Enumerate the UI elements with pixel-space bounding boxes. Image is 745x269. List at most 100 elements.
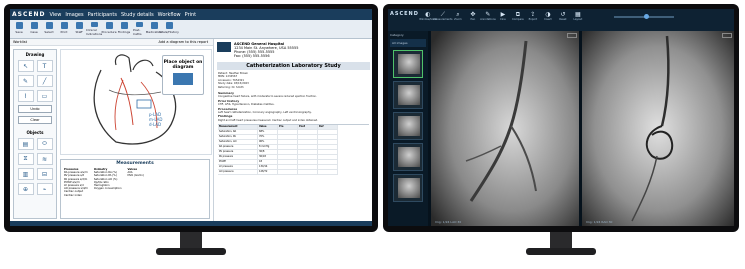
thumbnail[interactable]	[393, 81, 423, 109]
app-logo: ASCEND	[12, 11, 46, 18]
angiogram-image-1	[431, 31, 579, 226]
place-object-title: Place object on diagram	[163, 60, 203, 70]
right-monitor-base	[526, 248, 596, 255]
case-icon	[30, 22, 38, 29]
balloon-icon: ⬭	[41, 140, 48, 147]
object-lesion[interactable]: ⧖	[17, 153, 34, 165]
cine-speed-slider[interactable]	[614, 14, 674, 19]
hospital-logo	[217, 42, 231, 52]
ribbon-save-button[interactable]: Save	[13, 22, 25, 36]
ribbon-staff-button[interactable]: Staff	[73, 22, 85, 36]
meas-row[interactable]: Oxygen consumption	[94, 187, 122, 190]
viewport-select-box[interactable]	[722, 33, 732, 38]
brush-tool[interactable]: ⌇	[17, 90, 34, 102]
ribbon-select-button[interactable]: Select	[43, 22, 55, 36]
ribbon-procedure-button[interactable]: Procedure	[101, 22, 117, 36]
tool-compare[interactable]: ⧉ Compare	[512, 11, 524, 21]
undo-button[interactable]: Undo	[18, 105, 52, 113]
worklist-link[interactable]: Worklist	[13, 40, 27, 44]
save-icon	[15, 22, 23, 29]
menu-study-details[interactable]: Study details	[121, 12, 154, 18]
tool-reset[interactable]: ↺ Reset	[557, 11, 569, 21]
tool-cine[interactable]: ▶ Cine	[497, 11, 509, 21]
object-occlusion[interactable]: ▥	[17, 168, 34, 180]
viewport-right[interactable]: Img: 1/24 RAO 30	[582, 31, 734, 226]
procedure-icon	[105, 22, 113, 29]
meas-row[interactable]: Cardiac index	[64, 194, 88, 197]
viewport-select-box[interactable]	[567, 33, 577, 38]
thumbnail[interactable]	[393, 174, 423, 202]
ribbon-vitals-button[interactable]: Vitals/History	[159, 22, 179, 36]
valves-column: Valves AVA MVA (Gorlin)	[127, 168, 144, 178]
ribbon-indications-button[interactable]: Clinical Indications	[86, 22, 102, 36]
thumbnail[interactable]	[393, 143, 423, 171]
procedure-report: ASCEND General Hospital 1234 Main St. An…	[213, 39, 372, 221]
tool-window-level[interactable]: ◐ Window/level	[419, 11, 436, 21]
reset-icon: ↺	[560, 11, 566, 18]
object-valve[interactable]: ⊕	[17, 183, 34, 195]
menu-participants[interactable]: Participants	[88, 12, 117, 18]
tool-zoom[interactable]: ⌕ Zoom	[452, 11, 464, 21]
thumbnail[interactable]	[393, 112, 423, 140]
findings-icon	[120, 22, 128, 29]
report-fields: Patient: Heather Brown MRN: 1234567 Acce…	[218, 72, 249, 89]
ribbon-case-button[interactable]: Case	[28, 22, 40, 36]
label-d-lad: d-LAD	[149, 122, 161, 127]
eraser-icon: ▭	[41, 92, 48, 100]
play-icon: ▶	[500, 11, 506, 18]
menu-images[interactable]: Images	[65, 12, 83, 18]
tool-invert[interactable]: ◑ Invert	[542, 11, 554, 21]
pressures-column: Pressures RA pressure a/v/m RV pressure …	[64, 168, 88, 197]
slider-knob[interactable]	[644, 14, 649, 19]
valve-icon: ⊕	[22, 185, 29, 193]
text-icon: T	[42, 62, 47, 70]
pen-tool[interactable]: ✎	[17, 75, 34, 87]
left-app-titlebar: ASCEND View Images Participants Study de…	[10, 9, 372, 20]
object-wire[interactable]: ⌁	[36, 183, 53, 195]
left-screen: ASCEND View Images Participants Study de…	[10, 9, 372, 226]
object-graft[interactable]: ≋	[36, 153, 53, 165]
object-stent[interactable]: ▤	[17, 138, 34, 150]
text-tool[interactable]: T	[36, 60, 53, 72]
indications-icon	[90, 22, 98, 27]
pointer-tool[interactable]: ↖	[17, 60, 34, 72]
stent-icon: ▤	[22, 140, 29, 148]
measurements-panel: Measurements Pressures RA pressure a/v/m…	[60, 159, 210, 219]
tool-measurements[interactable]: ⟋ Measurements	[433, 11, 452, 21]
menu-workflow[interactable]: Workflow	[158, 12, 181, 18]
vitals-icon	[165, 22, 173, 29]
report-title: Catheterization Laboratory Study	[217, 62, 370, 70]
menu-print[interactable]: Print	[185, 12, 197, 18]
invert-icon: ◑	[545, 11, 551, 18]
line-tool[interactable]: ╱	[36, 75, 53, 87]
thumbnail[interactable]	[393, 50, 423, 78]
tool-layout[interactable]: ▦ Layout	[572, 11, 584, 21]
lesion-icon: ⧖	[23, 155, 28, 162]
eraser-tool[interactable]: ▭	[36, 90, 53, 102]
menu-view[interactable]: View	[49, 12, 61, 18]
object-balloon[interactable]: ⬭	[36, 138, 53, 150]
ribbon-print-button[interactable]: Print	[58, 22, 70, 36]
clip-icon: ⊟	[41, 170, 48, 178]
tool-annotations[interactable]: ✎ Annotations	[480, 11, 496, 21]
meas-row[interactable]: MVA (Gorlin)	[128, 174, 144, 177]
staff-icon	[75, 22, 83, 29]
pen-icon: ✎	[22, 77, 29, 85]
ribbon-postcaths-button[interactable]: Post-Caths	[133, 22, 145, 36]
tool-export[interactable]: ⇪ Export	[527, 11, 539, 21]
compare-icon: ⧉	[515, 11, 521, 18]
ribbon-findings-button[interactable]: Findings	[118, 22, 130, 36]
status-bar	[10, 221, 372, 226]
viewport-info-left: Img: 1/24 LAO 30	[435, 220, 462, 224]
clear-button[interactable]: Clear	[18, 116, 52, 124]
object-clip[interactable]: ⊟	[36, 168, 53, 180]
oximetry-column: Oximetry Saturation RA (%) Saturation PA…	[93, 168, 122, 191]
postcaths-icon	[135, 22, 143, 27]
category-label: Category	[390, 33, 404, 37]
category-select[interactable]: All images	[390, 39, 426, 47]
viewport-left[interactable]: Img: 1/24 LAO 30	[431, 31, 579, 226]
export-icon: ⇪	[530, 11, 536, 18]
place-object-card[interactable]: Place object on diagram	[162, 55, 204, 95]
tool-pan[interactable]: ✥ Pan	[467, 11, 479, 21]
ruler-icon: ⟋	[440, 11, 445, 18]
